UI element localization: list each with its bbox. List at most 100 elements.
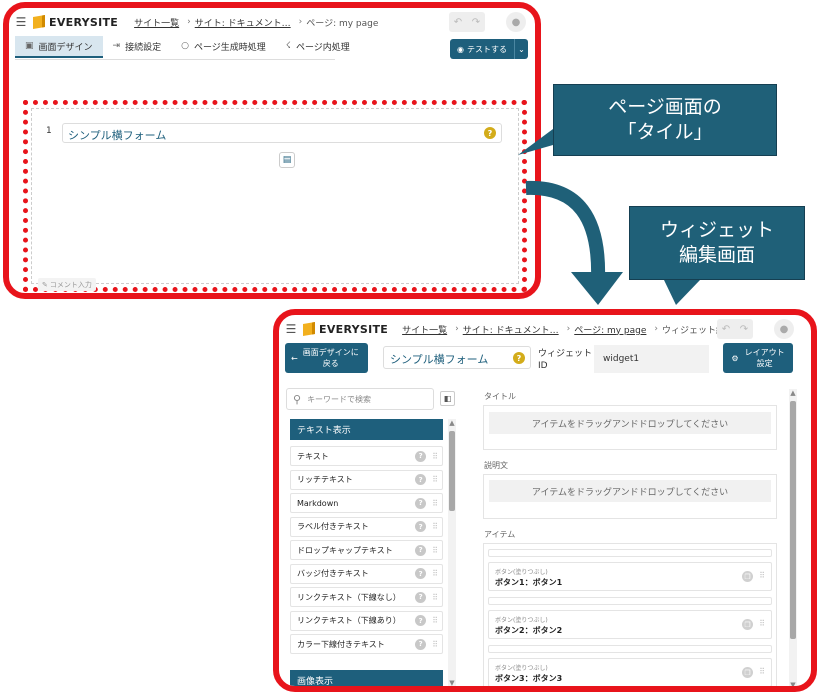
widget-search-input[interactable]: ⚲ キーワードで検索 (286, 388, 434, 410)
title-dropzone[interactable]: アイテムをドラッグアンドドロップしてください (489, 412, 771, 434)
items-section-label: アイテム (484, 530, 516, 539)
drag-handle-icon[interactable]: ⠿ (432, 640, 438, 649)
item-drop-slot[interactable] (488, 597, 772, 605)
copy-icon[interactable]: ❐ (742, 667, 753, 678)
user-icon[interactable]: ● (774, 319, 794, 339)
widget-title-field[interactable]: シンプル横フォーム ? (383, 346, 531, 369)
widget-item-tools: ? ⠿ (415, 638, 438, 650)
layout-label-line2: 設定 (756, 359, 773, 368)
drag-handle-icon[interactable]: ⠿ (432, 522, 438, 531)
item-card-2[interactable]: ボタン(塗りつぶし) ボタン2：ボタン2 ❐ ⠿ (488, 610, 772, 639)
desc-dropzone[interactable]: アイテムをドラッグアンドドロップしてください (489, 480, 771, 502)
copy-icon[interactable]: ❐ (742, 571, 753, 582)
help-icon[interactable]: ? (415, 450, 427, 462)
widget-item-label: ラベル付きテキスト (297, 522, 369, 531)
widget-item-rich-text[interactable]: リッチテキスト? ⠿ (290, 469, 443, 490)
palette-scrollbar[interactable]: ▲ ▼ (448, 419, 456, 686)
editor-scroll-thumb[interactable] (790, 401, 796, 639)
curved-arrow-shaft (525, 180, 606, 281)
copy-icon[interactable]: ❐ (742, 619, 753, 630)
items-section: ボタン(塗りつぶし) ボタン1：ボタン1 ❐ ⠿ ボタン(塗りつぶし) ボタン2… (483, 543, 777, 686)
widget-item-labeled-text[interactable]: ラベル付きテキスト? ⠿ (290, 516, 443, 537)
category-label: 画像表示 (297, 677, 334, 687)
widget-item-tools: ? ⠿ (415, 450, 438, 462)
drag-handle-icon[interactable]: ⠿ (432, 452, 438, 461)
help-icon[interactable]: ? (415, 521, 427, 532)
editor-scrollbar[interactable]: ▲ ▼ (789, 389, 797, 686)
widget-item-text[interactable]: テキスト? ⠿ (290, 446, 443, 466)
breadcrumb-site[interactable]: サイト: ドキュメント… (463, 323, 559, 336)
panel-toggle-icon[interactable]: ◧ (440, 391, 455, 406)
drag-handle-icon[interactable]: ⠿ (432, 569, 438, 578)
callout-tile-line1: ページ画面の (608, 96, 722, 118)
widget-item-tools: ? ⠿ (415, 568, 438, 579)
menu-icon[interactable]: ☰ (283, 322, 299, 336)
layout-button-label: レイアウト 設定 (745, 347, 785, 369)
scroll-down-icon[interactable]: ▼ (789, 681, 797, 686)
item-type: ボタン(塗りつぶし) (495, 617, 548, 624)
widget-id-label-line1: ウィジェット (538, 349, 593, 359)
widget-item-dropcap-text[interactable]: ドロップキャップテキスト? ⠿ (290, 540, 443, 560)
widget-item-color-underline-text[interactable]: カラー下線付きテキスト? ⠿ (290, 634, 443, 654)
dropzone-text: アイテムをドラッグアンドドロップしてください (531, 487, 729, 498)
help-icon[interactable]: ? (415, 474, 427, 485)
item-drop-slot[interactable] (488, 645, 772, 653)
widget-id-field[interactable]: widget1 (594, 345, 709, 373)
drag-handle-icon[interactable]: ⠿ (759, 667, 765, 676)
palette-scroll-thumb[interactable] (449, 431, 455, 511)
drag-handle-icon[interactable]: ⠿ (432, 616, 438, 625)
back-label-line1: 画面デザインに (302, 348, 359, 357)
curved-arrow-head (571, 272, 623, 305)
drag-handle-icon[interactable]: ⠿ (759, 619, 765, 628)
callout-tail-widget (664, 280, 700, 305)
help-icon[interactable]: ? (415, 638, 427, 650)
layout-label-line1: レイアウト (744, 348, 785, 357)
widget-item-tools: ? ⠿ (415, 591, 438, 603)
widget-item-label: リンクテキスト（下線なし） (297, 592, 401, 602)
callout-widget-line1: ウィジェット (659, 219, 774, 241)
help-icon[interactable]: ? (415, 568, 427, 579)
dropzone-text: アイテムをドラッグアンドドロップしてください (531, 419, 729, 430)
widget-editor-area: タイトル アイテムをドラッグアンドドロップしてください 説明文 アイテムをドラッ… (477, 385, 787, 686)
scroll-up-icon[interactable]: ▲ (448, 419, 456, 427)
title-section: アイテムをドラッグアンドドロップしてください (483, 405, 777, 450)
app-logo[interactable]: EVERYSITE (303, 321, 389, 337)
help-icon[interactable]: ? (415, 544, 427, 556)
redo-icon[interactable]: ↷ (735, 319, 753, 339)
item-card-3[interactable]: ボタン(塗りつぶし) ボタン3：ボタン3 ❐ ⠿ (488, 658, 772, 686)
widget-item-tools: ? ⠿ (415, 521, 438, 532)
widget-id-value: widget1 (603, 354, 640, 364)
drag-handle-icon[interactable]: ⠿ (432, 546, 438, 555)
widget-item-markdown[interactable]: Markdown? ⠿ (290, 493, 443, 513)
widget-edit-screen: ☰ EVERYSITE サイト一覧 › サイト: ドキュメント… › ページ: … (273, 309, 817, 692)
help-icon[interactable]: ? (513, 352, 525, 364)
widget-item-label: カラー下線付きテキスト (297, 639, 385, 649)
widget-item-link-underline[interactable]: リンクテキスト（下線あり）? ⠿ (290, 610, 443, 631)
help-icon[interactable]: ? (415, 615, 427, 626)
drag-handle-icon[interactable]: ⠿ (759, 571, 765, 580)
scroll-up-icon[interactable]: ▲ (789, 389, 797, 397)
widget-item-label: リンクテキスト（下線あり） (297, 616, 401, 625)
back-button-label: 画面デザインに 戻る (303, 347, 359, 369)
scroll-down-icon[interactable]: ▼ (448, 679, 456, 686)
widget-id-label: ウィジェット ID (538, 348, 592, 372)
drag-handle-icon[interactable]: ⠿ (432, 499, 438, 508)
drag-handle-icon[interactable]: ⠿ (432, 475, 438, 484)
item-drop-slot[interactable] (488, 549, 772, 557)
breadcrumb-sites[interactable]: サイト一覧 (402, 323, 447, 336)
help-icon[interactable]: ? (415, 497, 427, 509)
widget-item-badge-text[interactable]: バッジ付きテキスト? ⠿ (290, 563, 443, 584)
back-to-design-button[interactable]: ← 画面デザインに 戻る (285, 343, 368, 373)
category-image-display[interactable]: 画像表示 (290, 670, 443, 687)
help-icon[interactable]: ? (415, 591, 427, 603)
category-text-display[interactable]: テキスト表示 (290, 419, 443, 440)
app-name: EVERYSITE (319, 322, 389, 336)
widget-item-link-no-underline[interactable]: リンクテキスト（下線なし）? ⠿ (290, 587, 443, 607)
breadcrumb-page[interactable]: ページ: my page (574, 323, 646, 336)
layout-settings-button[interactable]: ⚙ レイアウト 設定 (723, 343, 793, 373)
desc-section-label: 説明文 (484, 461, 508, 470)
item-type: ボタン(塗りつぶし) (495, 665, 548, 672)
item-card-1[interactable]: ボタン(塗りつぶし) ボタン1：ボタン1 ❐ ⠿ (488, 562, 772, 591)
drag-handle-icon[interactable]: ⠿ (432, 593, 438, 602)
undo-icon[interactable]: ↶ (717, 319, 735, 339)
